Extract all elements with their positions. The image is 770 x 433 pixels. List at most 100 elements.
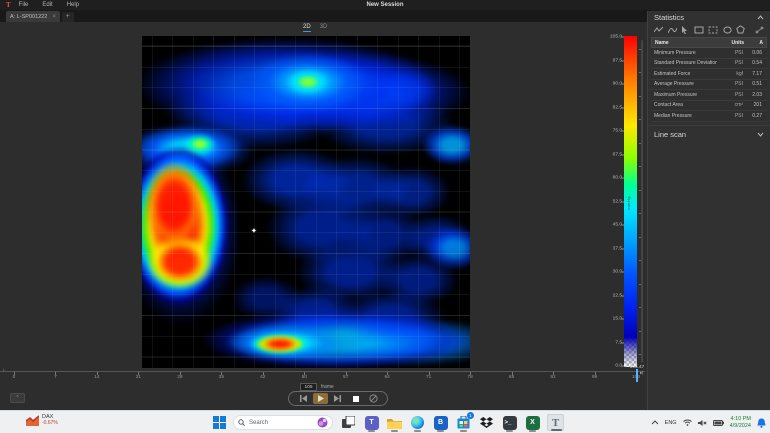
task-view-button[interactable] (340, 414, 357, 431)
view-3d-button[interactable]: 3D (320, 24, 328, 32)
frame-number-input[interactable]: 105 (300, 383, 317, 391)
menu-help[interactable]: Help (67, 2, 79, 8)
battery-icon[interactable] (713, 420, 724, 426)
colorbar-tick-mark (621, 319, 624, 320)
menu-edit[interactable]: Edit (42, 2, 52, 8)
start-button[interactable] (213, 416, 226, 429)
stat-name: Maximum Pressure (651, 92, 717, 98)
windows-taskbar: DAX -0.67% Search T (0, 410, 770, 433)
select-cursor-icon[interactable] (681, 26, 689, 34)
ellipse-roi-icon[interactable] (723, 26, 732, 34)
statistics-title: Statistics (654, 13, 684, 22)
colorbar-tick-mark (621, 225, 624, 226)
stock-chart-icon (26, 415, 39, 426)
stat-units: PSI (717, 50, 743, 56)
timeline-tick-label: 71 (426, 375, 431, 380)
record-button[interactable] (366, 393, 381, 404)
line-scan-header[interactable]: Line scan (648, 125, 770, 143)
next-frame-button[interactable] (330, 393, 345, 404)
stat-name: Estimated Force (651, 71, 717, 77)
dropbox-icon[interactable] (478, 414, 495, 431)
taskbar-apps: T B 1 >_ (340, 414, 564, 431)
search-icon (238, 419, 245, 426)
colorbar-tick-mark (621, 248, 624, 249)
stat-value: 2.03 (743, 92, 765, 98)
timeline-tick-label: 64 (385, 375, 390, 380)
search-highlights-icon[interactable] (317, 417, 328, 428)
stat-units: PSI (717, 60, 743, 66)
table-row: Standard Pressure DeviationPSI0.54 (651, 59, 767, 70)
search-box[interactable]: Search (233, 415, 333, 430)
stop-button[interactable] (348, 393, 363, 404)
view-2d-button[interactable]: 2D (303, 24, 311, 32)
microsoft-store-icon[interactable]: 1 (455, 414, 472, 431)
teams-icon[interactable]: T (363, 414, 380, 431)
tray-chevron-up-icon[interactable] (651, 420, 659, 425)
volume-muted-icon[interactable] (698, 419, 707, 427)
timeline-tick-label: 50 (302, 375, 307, 380)
timeline-playhead[interactable] (636, 369, 638, 382)
menu-file[interactable]: File (19, 2, 29, 8)
stat-name: Average Pressure (651, 81, 717, 87)
timeline-panel-collapse-button[interactable]: ⌃ (10, 393, 25, 403)
timeline-tick-label: 35 (219, 375, 224, 380)
remove-roi-icon[interactable] (755, 26, 764, 34)
stat-units: PSI (717, 81, 743, 87)
colorbar-range-slider[interactable] (641, 40, 643, 363)
session-tab[interactable]: A: L-SP001222 × (6, 11, 60, 22)
store-notification-badge: 1 (467, 412, 474, 419)
tab-close-icon[interactable]: × (52, 14, 56, 20)
timeline-tick-label: 0 (13, 375, 16, 380)
timeline-tick-label: 99 (592, 375, 597, 380)
notification-bell-icon[interactable] (757, 418, 766, 428)
colorbar-tick-mark (621, 295, 624, 296)
table-row: Average PressurePSI0.51 (651, 80, 767, 91)
b-app-icon[interactable]: B (432, 414, 449, 431)
chevron-up-icon[interactable] (757, 15, 764, 20)
heatmap-grid (142, 36, 470, 368)
clock-time: 4:10 PM (730, 416, 751, 423)
table-row: Minimum PressurePSI0.06 (651, 48, 767, 59)
widgets-button[interactable]: DAX -0.67% (26, 414, 58, 426)
stat-units: PSI (717, 113, 743, 119)
colorbar-tick-mark (621, 107, 624, 108)
line-scan-title: Line scan (654, 130, 686, 139)
line-scan-icon[interactable] (654, 26, 663, 34)
clock-date: 4/9/2024 (730, 423, 751, 430)
playback-controls (288, 391, 388, 406)
stat-name: Median Pressure (651, 113, 717, 119)
spline-icon[interactable] (668, 26, 677, 34)
skip-to-end-icon[interactable]: ▸| (640, 370, 643, 376)
table-row: Contact Areacm²201 (651, 101, 767, 112)
previous-frame-button[interactable] (295, 393, 310, 404)
colorbar-tick-mark (621, 154, 624, 155)
timeline-tick-label: 21 (136, 375, 141, 380)
stat-name: Contact Area (651, 102, 717, 108)
statistics-header[interactable]: Statistics (648, 11, 770, 23)
wifi-icon[interactable] (683, 419, 692, 426)
colorbar-tick-mark (621, 272, 624, 273)
new-tab-button[interactable]: + (62, 12, 74, 22)
file-explorer-icon[interactable] (386, 414, 403, 431)
timeline-tick-label: 42 (260, 375, 265, 380)
excel-icon[interactable]: X (524, 414, 541, 431)
colorbar-tick-mark (621, 178, 624, 179)
edge-icon[interactable] (409, 414, 426, 431)
stat-name: Standard Pressure Deviation (651, 60, 717, 66)
rectangle-roi-icon[interactable] (694, 26, 704, 34)
colorbar-tick-mark (621, 342, 624, 343)
terminal-icon[interactable]: >_ (501, 414, 518, 431)
stat-value: 0.27 (743, 113, 765, 119)
session-tab-label: A: L-SP001222 (10, 14, 47, 20)
language-indicator[interactable]: ENG (665, 420, 677, 426)
stat-name: Minimum Pressure (651, 50, 717, 56)
timeline-tick-label: 28 (177, 375, 182, 380)
taskbar-clock[interactable]: 4:10 PM 4/9/2024 (730, 416, 751, 429)
pressure-app-icon[interactable]: T (547, 414, 564, 431)
pressure-heatmap[interactable]: ✦ (142, 36, 470, 368)
dashed-rectangle-roi-icon[interactable] (708, 26, 718, 34)
timeline-tick-label: 14 (94, 375, 99, 380)
chevron-down-icon[interactable] (757, 132, 764, 137)
polygon-roi-icon[interactable] (736, 25, 745, 34)
play-button[interactable] (313, 393, 328, 404)
